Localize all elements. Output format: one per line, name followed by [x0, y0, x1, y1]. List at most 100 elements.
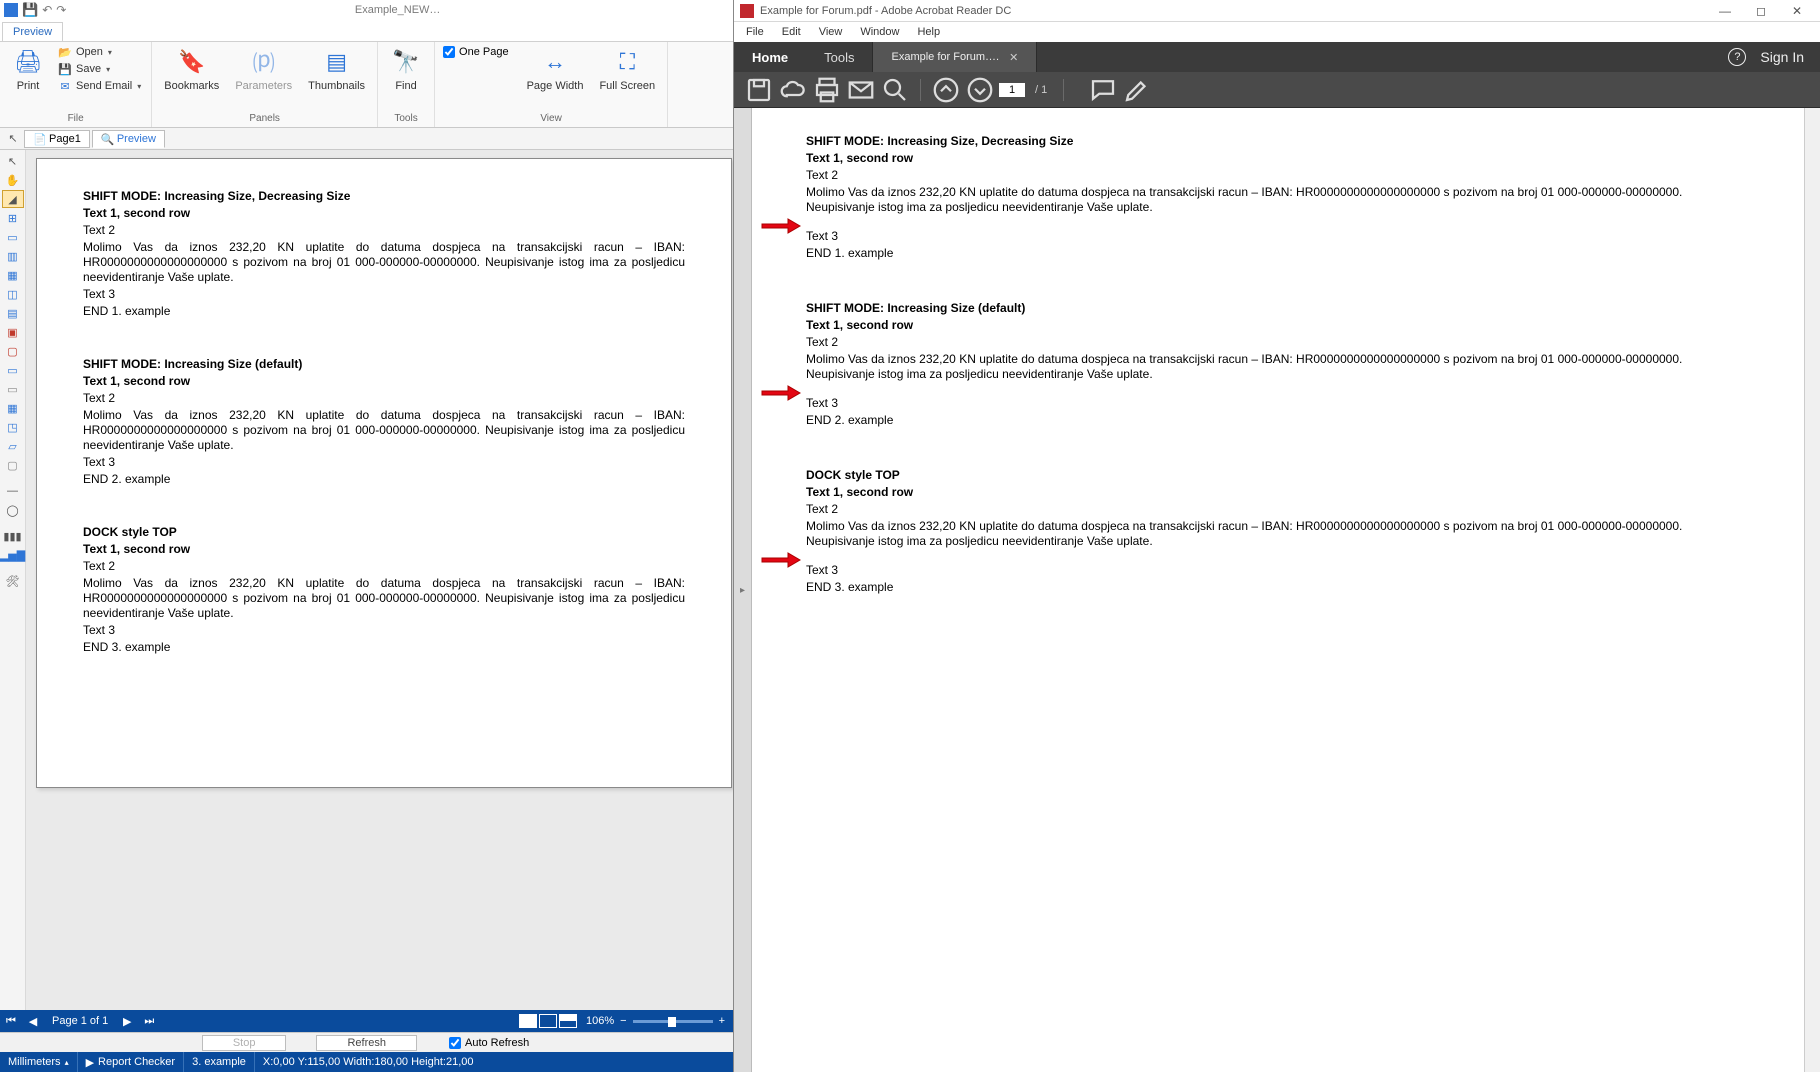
- page-current-input[interactable]: 1: [999, 83, 1025, 97]
- menu-edit[interactable]: Edit: [774, 24, 809, 40]
- bookmarks-button[interactable]: 🔖Bookmarks: [158, 44, 225, 94]
- mail-icon[interactable]: [846, 76, 876, 104]
- scrollbar[interactable]: [1804, 108, 1820, 1072]
- close-tab-icon[interactable]: ✕: [1009, 51, 1018, 64]
- ribbon: 🖨 Print 📂Open▾ 💾Save▾ ✉Send Email▾ File …: [0, 42, 733, 128]
- tool-12-icon[interactable]: ◳: [2, 418, 24, 436]
- tool-9-icon[interactable]: ▭: [2, 361, 24, 379]
- minimize-button[interactable]: —: [1708, 2, 1742, 20]
- refresh-button[interactable]: Refresh: [316, 1035, 417, 1051]
- tab-preview[interactable]: Preview: [2, 22, 63, 41]
- zoom-out-button[interactable]: −: [620, 1015, 626, 1027]
- text-row: Text 3: [806, 563, 1750, 578]
- nav-gutter[interactable]: ▸: [734, 108, 752, 1072]
- tool-13-icon[interactable]: ▱: [2, 437, 24, 455]
- pdf-page: SHIFT MODE: Increasing Size, Decreasing …: [752, 108, 1804, 1072]
- tab-tools[interactable]: Tools: [806, 42, 872, 72]
- tool-3-icon[interactable]: ▥: [2, 247, 24, 265]
- text-row: Text 1, second row: [806, 485, 1750, 500]
- text-row: Text 3: [83, 455, 685, 470]
- tool-chart-icon[interactable]: ▂▅▇: [2, 546, 24, 564]
- thumbnails-button[interactable]: ▤Thumbnails: [302, 44, 371, 94]
- acrobat-document: ▸ SHIFT MODE: Increasing Size, Decreasin…: [734, 108, 1820, 1072]
- canvas[interactable]: SHIFT MODE: Increasing Size, Decreasing …: [26, 150, 733, 1010]
- view-single-icon[interactable]: [519, 1014, 537, 1028]
- doc-tabs: ↖ 📄Page1 🔍Preview: [0, 128, 733, 150]
- page-width-button[interactable]: ↔Page Width: [521, 44, 590, 94]
- last-page-button[interactable]: ⏭: [138, 1015, 160, 1028]
- tool-4-icon[interactable]: ▦: [2, 266, 24, 284]
- search-icon[interactable]: [880, 76, 910, 104]
- open-button[interactable]: 📂Open▾: [54, 44, 145, 60]
- text-row: Text 1, second row: [83, 206, 685, 221]
- tool-wrench-icon[interactable]: 🛠: [2, 572, 24, 590]
- report-checker-segment[interactable]: ▶Report Checker: [78, 1052, 185, 1072]
- units-segment[interactable]: Millimeters ▴: [0, 1052, 78, 1072]
- tool-shape-icon[interactable]: ◯: [2, 501, 24, 519]
- zoom-in-button[interactable]: +: [719, 1015, 725, 1027]
- menu-view[interactable]: View: [811, 24, 851, 40]
- tab-document[interactable]: Example for Forum….✕: [872, 42, 1037, 72]
- help-icon[interactable]: ?: [1728, 48, 1746, 66]
- auto-refresh-check[interactable]: Auto Refresh: [447, 1035, 531, 1051]
- tool-hand-icon[interactable]: ✋: [2, 171, 24, 189]
- redo-icon[interactable]: ↷: [56, 3, 66, 17]
- auto-refresh-checkbox[interactable]: [449, 1037, 461, 1049]
- one-page-check[interactable]: One Page: [441, 44, 511, 60]
- tab-page1[interactable]: 📄Page1: [24, 130, 90, 148]
- menu-window[interactable]: Window: [852, 24, 907, 40]
- find-button[interactable]: 🔭Find: [384, 44, 428, 94]
- text-row: Text 2: [806, 168, 1750, 183]
- save-button[interactable]: 💾Save▾: [54, 61, 145, 77]
- quicksave-icon[interactable]: 💾: [22, 2, 38, 18]
- text-row: END 2. example: [83, 472, 685, 487]
- first-page-button[interactable]: ⏮: [0, 1015, 22, 1028]
- tool-10-icon[interactable]: ▭: [2, 380, 24, 398]
- page-up-icon[interactable]: [931, 76, 961, 104]
- sign-in-button[interactable]: Sign In: [1760, 49, 1804, 65]
- tool-barcode-icon[interactable]: ▮▮▮: [2, 527, 24, 545]
- close-button[interactable]: ✕: [1780, 2, 1814, 20]
- save-icon[interactable]: [744, 76, 774, 104]
- tool-pointer-icon[interactable]: ↖: [2, 152, 24, 170]
- next-page-button[interactable]: ▶: [116, 1015, 138, 1028]
- tool-text-icon[interactable]: ⊞: [2, 209, 24, 227]
- print-button[interactable]: 🖨 Print: [6, 44, 50, 94]
- document-title-right: Example for Forum.pdf - Adobe Acrobat Re…: [760, 5, 1011, 17]
- tool-6-icon[interactable]: ▤: [2, 304, 24, 322]
- tool-highlight-icon[interactable]: ◢: [2, 190, 24, 208]
- maximize-button[interactable]: ◻: [1744, 2, 1778, 20]
- binoculars-icon: 🔭: [390, 46, 422, 78]
- text-row: Text 3: [806, 229, 1750, 244]
- view-cont-icon[interactable]: [539, 1014, 557, 1028]
- menu-file[interactable]: File: [738, 24, 772, 40]
- side-toolbox: ↖ ✋ ◢ ⊞ ▭ ▥ ▦ ◫ ▤ ▣ ▢ ▭ ▭ ▦ ◳ ▱ ▢ — ◯: [0, 150, 26, 1010]
- page-icon: 📄: [33, 133, 45, 145]
- cloud-icon[interactable]: [778, 76, 808, 104]
- mail-icon: ✉: [58, 79, 72, 93]
- full-screen-button[interactable]: ⛶Full Screen: [593, 44, 661, 94]
- tool-8-icon[interactable]: ▢: [2, 342, 24, 360]
- comment-icon[interactable]: [1088, 76, 1118, 104]
- send-email-button[interactable]: ✉Send Email▾: [54, 78, 145, 94]
- refresh-bar: Stop Refresh Auto Refresh: [0, 1032, 733, 1052]
- tab-home[interactable]: Home: [734, 42, 806, 72]
- view-multi-icon[interactable]: [559, 1014, 577, 1028]
- tool-5-icon[interactable]: ◫: [2, 285, 24, 303]
- tab-doc-preview[interactable]: 🔍Preview: [92, 130, 165, 148]
- highlight-icon[interactable]: [1122, 76, 1152, 104]
- red-arrow-icon: [760, 551, 802, 569]
- tool-2-icon[interactable]: ▭: [2, 228, 24, 246]
- print-icon[interactable]: [812, 76, 842, 104]
- tool-14-icon[interactable]: ▢: [2, 456, 24, 474]
- cursor-tool-icon[interactable]: ↖: [2, 130, 24, 148]
- one-page-checkbox[interactable]: [443, 46, 455, 58]
- tool-11-icon[interactable]: ▦: [2, 399, 24, 417]
- undo-icon[interactable]: ↶: [42, 3, 52, 17]
- tool-7-icon[interactable]: ▣: [2, 323, 24, 341]
- prev-page-button[interactable]: ◀: [22, 1015, 44, 1028]
- page-down-icon[interactable]: [965, 76, 995, 104]
- menu-help[interactable]: Help: [909, 24, 948, 40]
- tool-line-icon[interactable]: —: [2, 482, 24, 500]
- zoom-slider[interactable]: [633, 1020, 713, 1023]
